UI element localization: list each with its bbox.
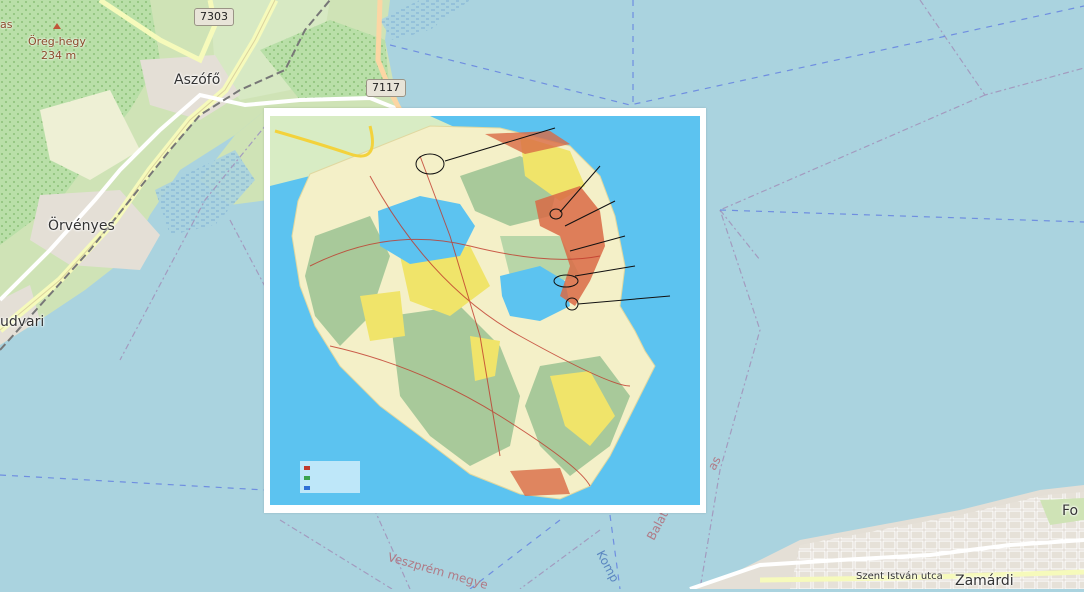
peak-name-label: Öreg-hegy	[28, 35, 86, 48]
place-fo[interactable]: Fo	[1062, 503, 1078, 519]
road-shield-7303[interactable]: 7303	[194, 8, 234, 26]
peak-elevation-label: 234 m	[41, 49, 77, 62]
street-label: Szent István utca	[856, 571, 943, 582]
place-orvenyes[interactable]: Örvényes	[48, 218, 115, 234]
place-udvari[interactable]: udvari	[0, 314, 44, 330]
place-aszofo[interactable]: Aszófő	[174, 72, 220, 88]
overlay-image[interactable]	[264, 108, 706, 513]
road-shield-7117[interactable]: 7117	[366, 79, 406, 97]
place-zamardi[interactable]: Zamárdi	[955, 573, 1014, 589]
peninsula-trail-map	[270, 116, 700, 505]
peak-top-label: as	[0, 18, 13, 31]
